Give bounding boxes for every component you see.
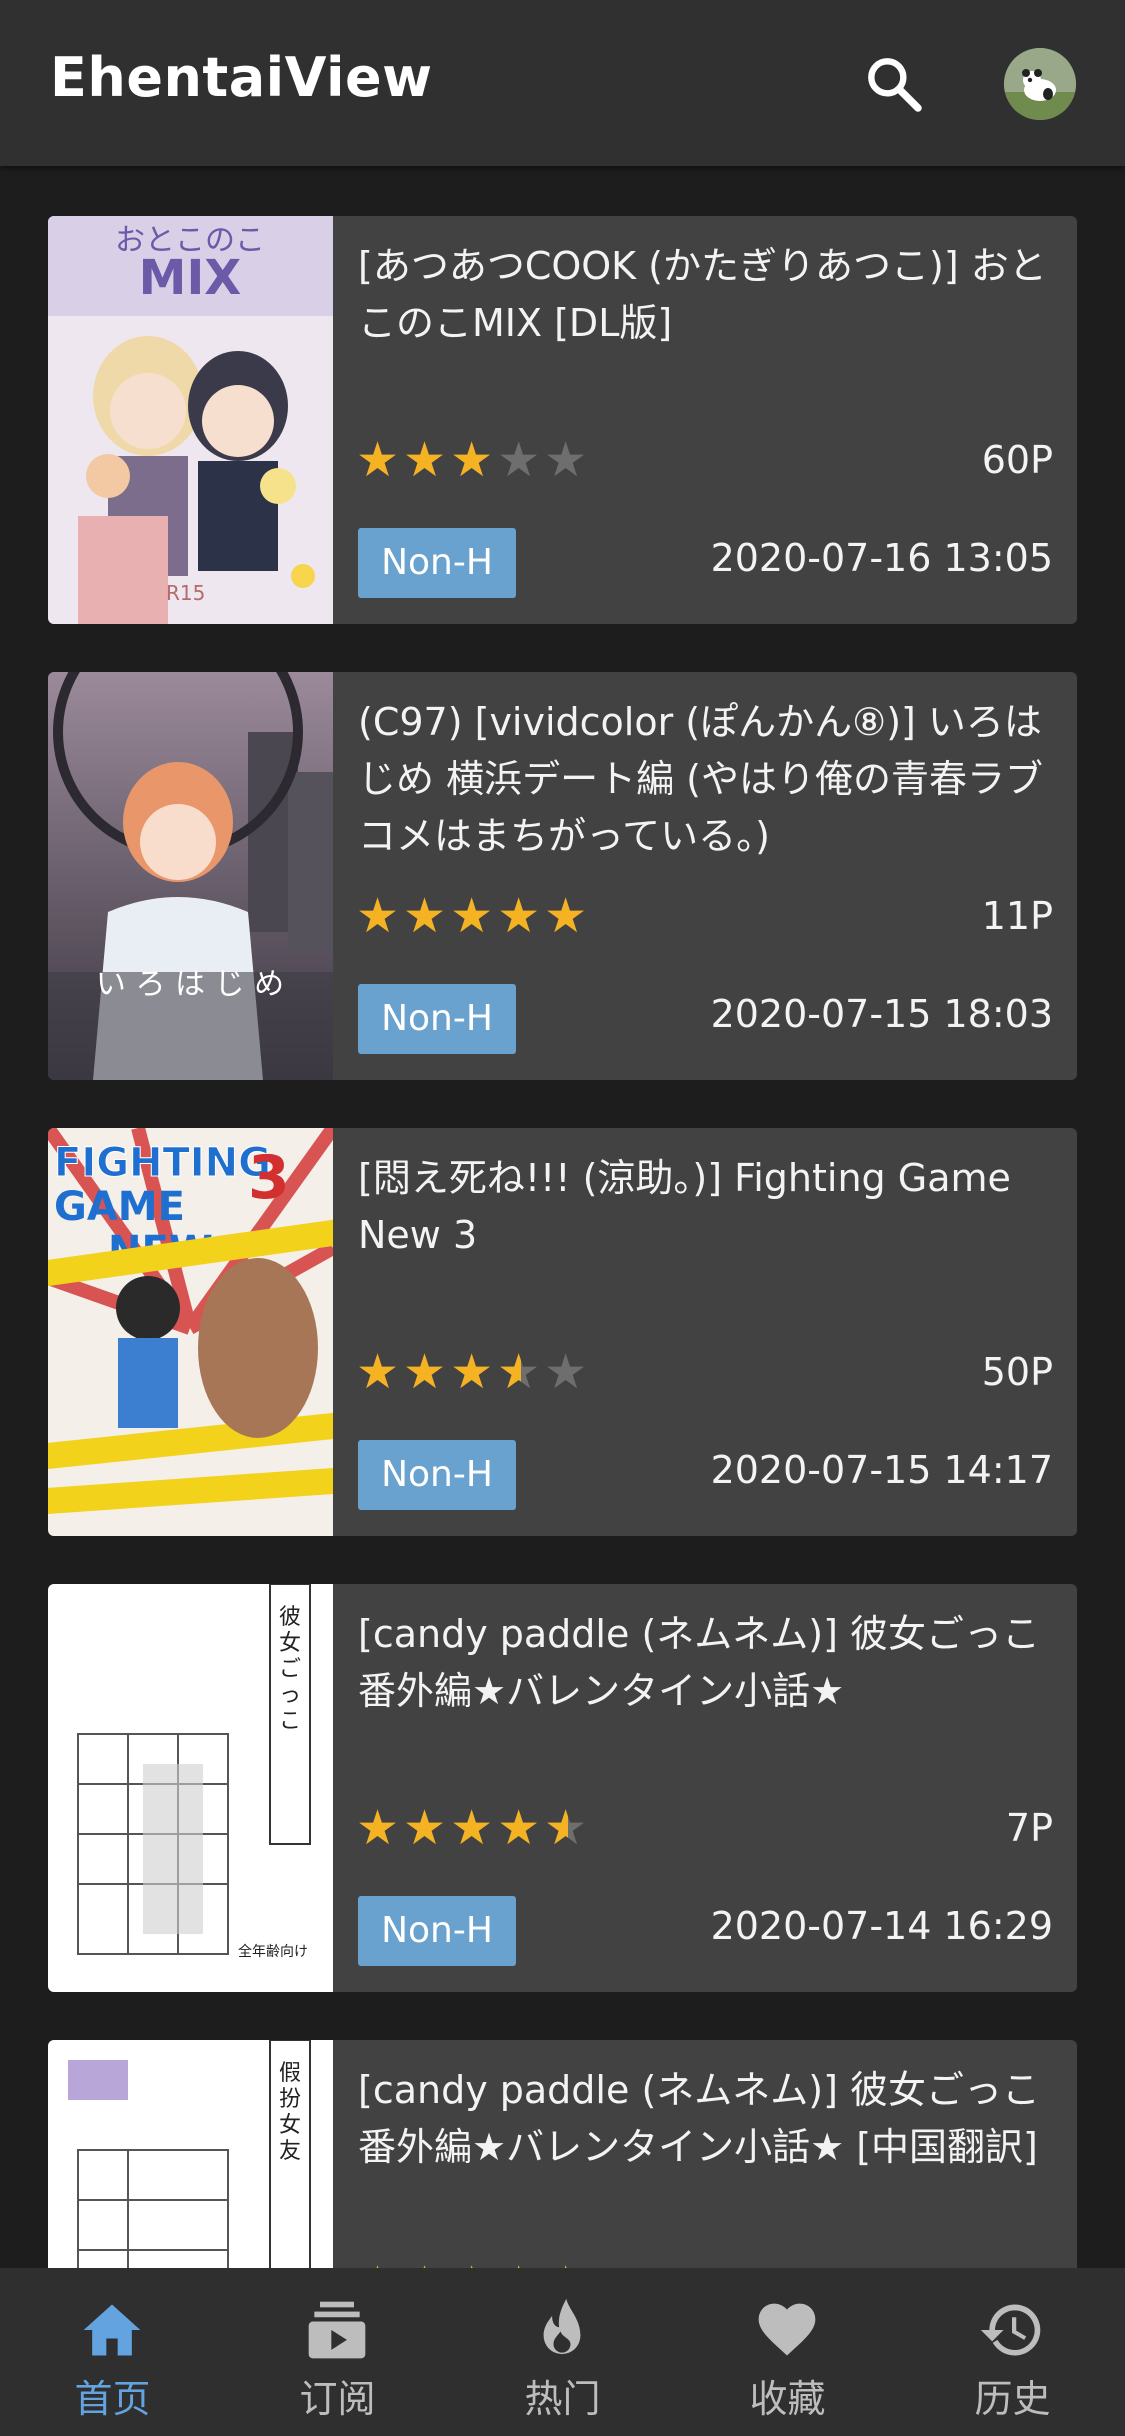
page-count: 50P	[981, 1350, 1053, 1394]
star-icon: ★	[450, 1344, 498, 1400]
gallery-card[interactable]: FIGHTING GAME NEW 3 [悶え死ね!!! (涼助。)] Figh…	[48, 1128, 1077, 1536]
posted-date: 2020-07-15 14:17	[710, 1448, 1053, 1492]
star-icon: ★	[497, 2258, 544, 2268]
svg-text:假: 假	[279, 2061, 301, 2086]
posted-date: 2020-07-15 18:03	[710, 992, 1053, 1036]
svg-text:い ろ は じ め: い ろ は じ め	[96, 967, 284, 1002]
star-icon: ★	[544, 1802, 591, 1854]
star-icon: ★	[403, 2258, 450, 2268]
svg-text:扮: 扮	[279, 2087, 301, 2112]
svg-text:っ: っ	[279, 1683, 301, 1708]
cover-image: 彼 女 ご っ こ 全年齢向け	[48, 1584, 333, 1992]
star-icon: ★	[403, 432, 451, 488]
gallery-title: [candy paddle (ネムネム)] 彼女ごっこ 番外編★バレンタイン小話…	[358, 2068, 1040, 2169]
svg-text:R15: R15	[166, 581, 205, 605]
star-icon: ★	[544, 1344, 592, 1400]
rating-stars: ★★★★★	[356, 1802, 591, 1854]
svg-text:女: 女	[279, 2113, 301, 2138]
category-badge: Non-H	[358, 1440, 516, 1510]
star-icon: ★	[544, 2258, 591, 2268]
posted-date: 2020-07-16 13:05	[710, 536, 1053, 580]
bottom-navigation: 首页 订阅 热门 收藏 历史	[0, 2268, 1125, 2436]
svg-text:MIX: MIX	[139, 250, 242, 306]
svg-text:ご: ご	[279, 1657, 301, 1682]
star-icon: ★	[450, 432, 498, 488]
cover-image: FIGHTING GAME NEW 3	[48, 1128, 333, 1536]
subscriptions-icon	[308, 2301, 366, 2359]
search-icon[interactable]	[862, 52, 926, 116]
nav-label: 首页	[74, 2377, 151, 2421]
gallery-title: [あつあつCOOK (かたぎりあつこ)] おとこのこMIX [DL版]	[358, 244, 1047, 345]
gallery-card[interactable]: 彼 女 ご っ こ 全年齢向け [candy paddle (ネムネム)] 彼女…	[48, 1584, 1077, 1992]
cover-image: い ろ は じ め	[48, 672, 333, 1080]
star-icon: ★	[497, 1346, 544, 1398]
star-icon: ★	[356, 2258, 403, 2268]
nav-label: 热门	[524, 2377, 601, 2421]
category-badge: Non-H	[358, 528, 516, 598]
cover-image: 假 扮 女 友	[48, 2040, 333, 2268]
rating-stars: ★★★★★	[356, 890, 591, 942]
star-icon: ★	[544, 432, 592, 488]
avatar[interactable]	[1004, 48, 1076, 120]
svg-text:3: 3	[248, 1143, 290, 1213]
nav-label: 订阅	[299, 2377, 376, 2421]
gallery-title: [悶え死ね!!! (涼助。)] Fighting Game New 3	[358, 1156, 1011, 1257]
svg-text:彼: 彼	[279, 1605, 301, 1630]
nav-popular[interactable]: 热门	[450, 2268, 675, 2436]
nav-label: 历史	[974, 2377, 1051, 2421]
star-icon: ★	[497, 432, 545, 488]
star-icon: ★	[450, 2258, 497, 2268]
gallery-title: (C97) [vividcolor (ぽんかん⑧)] いろはじめ 横浜デート編 …	[358, 700, 1043, 858]
category-badge: Non-H	[358, 1896, 516, 1966]
svg-text:こ: こ	[279, 1709, 301, 1734]
app-bar: EhentaiView	[0, 0, 1125, 166]
nav-favorites[interactable]: 收藏	[675, 2268, 900, 2436]
nav-history[interactable]: 历史	[900, 2268, 1125, 2436]
svg-text:全年齢向け: 全年齢向け	[238, 1943, 308, 1960]
svg-text:GAME: GAME	[54, 1184, 185, 1230]
star-icon: ★	[450, 888, 498, 944]
star-icon: ★	[497, 1800, 545, 1856]
nav-label: 收藏	[749, 2377, 826, 2421]
page-count: 7P	[1005, 1806, 1053, 1850]
history-icon	[980, 2304, 1041, 2356]
gallery-card[interactable]: 假 扮 女 友 [candy paddle (ネムネム)] 彼女ごっこ 番外編★…	[48, 2040, 1077, 2268]
star-icon: ★	[356, 432, 404, 488]
nav-subscriptions[interactable]: 订阅	[225, 2268, 450, 2436]
category-badge: Non-H	[358, 984, 516, 1054]
gallery-card[interactable]: い ろ は じ め (C97) [vividcolor (ぽんかん⑧)] いろは…	[48, 672, 1077, 1080]
gallery-title: [candy paddle (ネムネム)] 彼女ごっこ 番外編★バレンタイン小話…	[358, 1612, 1040, 1713]
star-icon: ★	[356, 1800, 404, 1856]
rating-stars: ★★★★★	[356, 1346, 591, 1398]
favorite-icon	[758, 2303, 816, 2356]
svg-text:FIGHTING: FIGHTING	[54, 1140, 271, 1186]
svg-text:友: 友	[279, 2139, 301, 2164]
star-icon: ★	[544, 888, 592, 944]
app-title: EhentaiView	[50, 46, 433, 109]
star-icon: ★	[356, 888, 404, 944]
cover-image: おとこのこ MIX R15	[48, 216, 333, 624]
star-icon: ★	[403, 1800, 451, 1856]
gallery-card[interactable]: おとこのこ MIX R15 [あつあつCOOK (かたぎりあつこ)] おとこのこ…	[48, 216, 1077, 624]
star-icon: ★	[403, 888, 451, 944]
star-icon: ★	[450, 1800, 498, 1856]
page-count: 60P	[981, 438, 1053, 482]
gallery-list[interactable]: おとこのこ MIX R15 [あつあつCOOK (かたぎりあつこ)] おとこのこ…	[0, 166, 1125, 2268]
whatshot-icon	[543, 2298, 581, 2355]
posted-date: 2020-07-14 16:29	[710, 1904, 1053, 1948]
star-icon: ★	[403, 1344, 451, 1400]
star-icon: ★	[497, 888, 545, 944]
rating-stars: ★★★★★	[356, 434, 591, 486]
home-icon	[83, 2304, 141, 2356]
page-count: 11P	[981, 894, 1053, 938]
rating-stars: ★★★★★	[356, 2258, 591, 2268]
star-icon: ★	[356, 1344, 404, 1400]
svg-text:女: 女	[279, 1631, 301, 1656]
nav-home[interactable]: 首页	[0, 2268, 225, 2436]
